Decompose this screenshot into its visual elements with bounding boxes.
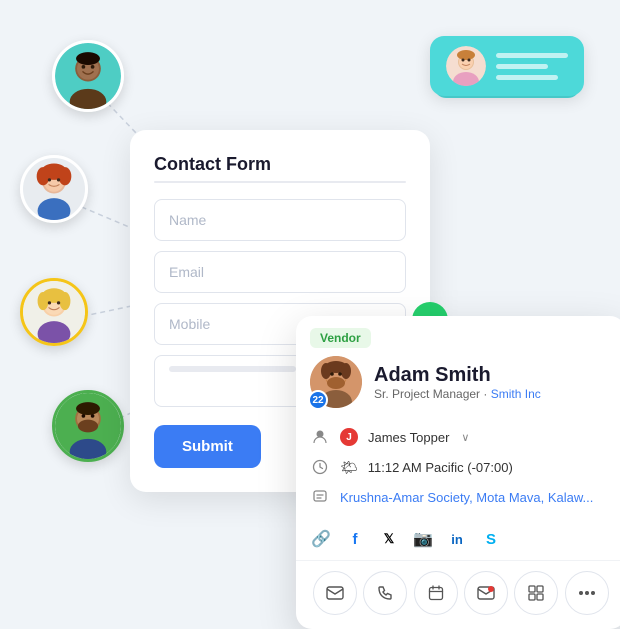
top-right-card (430, 36, 584, 96)
location-text[interactable]: Krushna-Amar Society, Mota Mava, Kalaw..… (340, 490, 593, 505)
person-icon (310, 427, 330, 447)
chevron-icon: ∨ (461, 431, 469, 444)
instagram-icon[interactable]: 📷 (412, 528, 434, 550)
person-avatar-4 (52, 390, 124, 462)
phone-action-button[interactable] (363, 571, 407, 615)
facebook-icon[interactable]: f (344, 528, 366, 550)
tr-line-3 (496, 75, 558, 80)
calendar-action-button[interactable] (414, 571, 458, 615)
contact-person-row: J James Topper ∨ (310, 422, 612, 452)
time-emoji: 🌤 (340, 459, 358, 476)
location-row: Krushna-Amar Society, Mota Mava, Kalaw..… (310, 482, 612, 512)
profile-card: Vendor 2 (296, 316, 620, 629)
x-twitter-icon[interactable]: 𝕏 (378, 528, 400, 550)
badge-count: 22 (308, 390, 328, 410)
profile-rows: J James Topper ∨ 🌤 11:12 AM Pacific (-07… (296, 418, 620, 522)
profile-name: Adam Smith (374, 364, 541, 387)
profile-info: Adam Smith Sr. Project Manager · Smith I… (374, 364, 541, 401)
tr-lines (496, 53, 568, 80)
email-field[interactable]: Email (154, 251, 406, 293)
tr-line-2 (496, 64, 548, 69)
vendor-badge: Vendor (310, 328, 371, 348)
action-buttons-row (296, 560, 620, 629)
email-action-button[interactable] (313, 571, 357, 615)
linkedin-icon[interactable]: in (446, 528, 468, 550)
skype-icon[interactable]: S (480, 528, 502, 550)
location-icon (310, 487, 330, 507)
link-icon[interactable]: 🔗 (310, 528, 332, 550)
clock-icon (310, 457, 330, 477)
grid-action-button[interactable] (514, 571, 558, 615)
time-row: 🌤 11:12 AM Pacific (-07:00) (310, 452, 612, 482)
profile-title: Sr. Project Manager (374, 387, 480, 401)
envelope-action-button[interactable] (464, 571, 508, 615)
profile-header: 22 Adam Smith Sr. Project Manager · Smit… (296, 356, 620, 418)
tr-avatar (446, 46, 486, 86)
profile-avatar-wrap: 22 (310, 356, 362, 408)
profile-subtitle: Sr. Project Manager · Smith Inc (374, 387, 541, 401)
tr-line-1 (496, 53, 568, 58)
more-action-button[interactable] (565, 571, 609, 615)
person-avatar-3 (20, 278, 88, 346)
social-icons-row: 🔗 f 𝕏 📷 in S (296, 522, 620, 560)
time-text: 11:12 AM Pacific (-07:00) (368, 460, 513, 475)
name-field[interactable]: Name (154, 199, 406, 241)
profile-company[interactable]: Smith Inc (491, 387, 541, 401)
contact-person-name: James Topper (368, 430, 449, 445)
form-title: Contact Form (154, 154, 406, 175)
form-divider (154, 181, 406, 183)
person-avatar-2 (20, 155, 88, 223)
submit-button[interactable]: Submit (154, 425, 261, 468)
contact-j-icon: J (340, 428, 358, 446)
person-avatar-1 (52, 40, 124, 112)
